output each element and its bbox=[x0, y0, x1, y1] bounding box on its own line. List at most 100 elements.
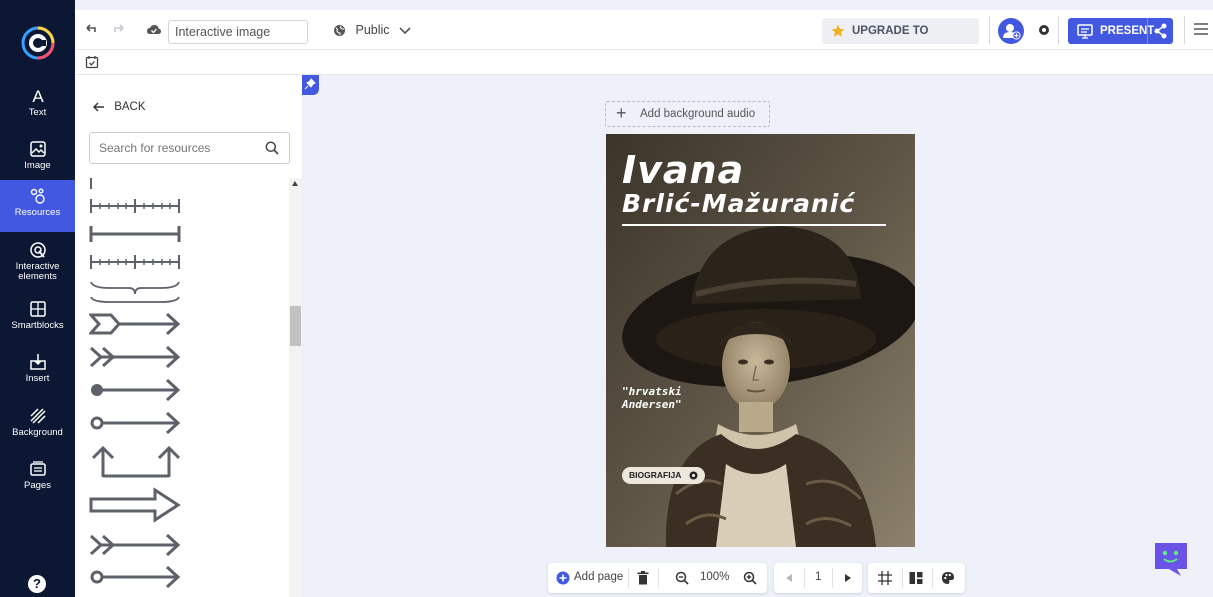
divider bbox=[832, 568, 833, 588]
share-button[interactable] bbox=[1147, 18, 1173, 44]
left-rail: A Text Image Resources Interactive eleme… bbox=[0, 0, 75, 597]
chat-assistant-icon[interactable] bbox=[1153, 541, 1189, 577]
sidebar-item-label: Image bbox=[24, 160, 51, 171]
zoom-out-icon[interactable] bbox=[675, 571, 689, 585]
eye-icon bbox=[689, 471, 698, 480]
insert-icon bbox=[29, 354, 46, 370]
globe-icon bbox=[334, 25, 345, 37]
resource-scrollbar[interactable] bbox=[289, 178, 302, 597]
page-navigation: 1 bbox=[774, 563, 862, 593]
sidebar-item-interactive-elements[interactable]: Interactive elements bbox=[0, 234, 75, 284]
back-button[interactable]: BACK bbox=[93, 101, 146, 113]
resource-search[interactable] bbox=[89, 132, 290, 164]
resource-arrow-double-chevron[interactable] bbox=[89, 345, 189, 369]
view-tools bbox=[868, 563, 965, 593]
add-background-audio-button[interactable]: + Add background audio bbox=[605, 101, 770, 127]
resource-arrow-ring-tail[interactable] bbox=[89, 565, 189, 589]
page-controls: Add page 100% bbox=[548, 563, 767, 593]
text-icon: A bbox=[32, 87, 44, 106]
share-icon bbox=[1154, 23, 1167, 39]
divider bbox=[628, 568, 629, 588]
prev-page-icon[interactable] bbox=[786, 574, 793, 582]
zoom-in-icon[interactable] bbox=[743, 571, 757, 585]
app-logo[interactable] bbox=[21, 26, 55, 60]
interactive-icon bbox=[29, 242, 46, 258]
resource-arrow-ring-tail[interactable] bbox=[89, 411, 189, 435]
add-page-button[interactable]: Add page bbox=[574, 571, 623, 583]
sidebar-item-label: Smartblocks bbox=[11, 320, 64, 331]
scrollbar-thumb[interactable] bbox=[290, 306, 301, 346]
resource-ticked-ruler[interactable] bbox=[89, 252, 189, 272]
background-icon bbox=[29, 408, 46, 424]
zoom-level: 100% bbox=[700, 571, 730, 583]
image-icon bbox=[29, 141, 46, 157]
present-button[interactable]: PRESENT bbox=[1068, 18, 1173, 44]
sidebar-item-image[interactable]: Image bbox=[0, 133, 75, 185]
secondary-toolbar bbox=[75, 50, 1213, 75]
cloud-saved-icon bbox=[147, 25, 161, 34]
poster-title-line1: Ivana bbox=[622, 148, 745, 192]
resource-ruler-line[interactable] bbox=[89, 178, 189, 190]
sidebar-item-pages[interactable]: Pages bbox=[0, 453, 75, 505]
undo-icon[interactable] bbox=[83, 22, 99, 38]
grid-guides-icon[interactable] bbox=[878, 571, 892, 585]
resource-bracket-line[interactable] bbox=[89, 224, 189, 244]
divider bbox=[658, 568, 659, 588]
sidebar-item-label: Interactive elements bbox=[15, 261, 60, 282]
add-circle-icon[interactable] bbox=[556, 571, 570, 585]
pin-icon bbox=[304, 78, 316, 90]
calendar-check-icon[interactable] bbox=[85, 55, 99, 69]
preview-eye-icon[interactable] bbox=[1037, 24, 1051, 36]
resource-list bbox=[89, 178, 289, 597]
sidebar-item-resources[interactable]: Resources bbox=[0, 180, 75, 232]
sidebar-item-label: Insert bbox=[25, 373, 50, 384]
present-icon bbox=[1077, 24, 1093, 39]
divider bbox=[989, 16, 990, 44]
poster-divider bbox=[622, 224, 886, 226]
resource-ticked-ruler[interactable] bbox=[89, 196, 189, 216]
sidebar-item-label: Resources bbox=[14, 207, 61, 218]
top-toolbar: Public UPGRADE TO PREMIUM PRESENT bbox=[75, 10, 1213, 63]
poster-quote-line1: "hrvatski bbox=[622, 385, 682, 398]
search-input[interactable] bbox=[90, 133, 255, 163]
biografija-label: BIOGRAFIJA bbox=[629, 470, 682, 480]
poster-quote: "hrvatski Andersen" bbox=[622, 385, 722, 411]
chevron-down-icon bbox=[399, 27, 411, 34]
hamburger-menu-icon[interactable] bbox=[1193, 22, 1209, 36]
biografija-hotspot-button[interactable]: BIOGRAFIJA bbox=[622, 467, 705, 484]
arrow-left-icon bbox=[93, 102, 104, 112]
resource-arrow-dot-tail[interactable] bbox=[89, 378, 189, 402]
pin-panel-button[interactable] bbox=[302, 75, 319, 95]
next-page-icon[interactable] bbox=[844, 574, 851, 582]
sidebar-item-background[interactable]: Background bbox=[0, 400, 75, 452]
search-icon[interactable] bbox=[265, 141, 279, 155]
project-title-input[interactable] bbox=[168, 20, 308, 44]
sidebar-item-smartblocks[interactable]: Smartblocks bbox=[0, 293, 75, 345]
resource-brace[interactable] bbox=[89, 278, 189, 304]
layout-blocks-icon[interactable] bbox=[909, 571, 923, 585]
interactive-image-canvas[interactable]: Ivana Brlić-Mažuranić "hrvatski Andersen… bbox=[606, 134, 915, 547]
resource-outline-arrow[interactable] bbox=[89, 487, 189, 523]
trash-icon[interactable] bbox=[637, 571, 649, 585]
resource-u-turn-arrows[interactable] bbox=[89, 444, 189, 480]
sidebar-item-insert[interactable]: Insert bbox=[0, 346, 75, 398]
add-collaborator-button[interactable] bbox=[998, 18, 1024, 44]
plus-icon: + bbox=[616, 103, 627, 123]
palette-icon[interactable] bbox=[941, 571, 955, 585]
visibility-dropdown[interactable]: Public bbox=[333, 23, 411, 37]
divider bbox=[804, 568, 805, 588]
resource-arrow-chevron-tail[interactable] bbox=[89, 312, 189, 336]
star-icon bbox=[831, 24, 845, 37]
upgrade-premium-button[interactable]: UPGRADE TO PREMIUM bbox=[822, 18, 979, 63]
resource-arrow-double-chevron[interactable] bbox=[89, 533, 189, 557]
sidebar-item-text[interactable]: A Text bbox=[0, 80, 75, 132]
back-label: BACK bbox=[114, 101, 146, 113]
add-user-icon bbox=[1003, 24, 1021, 40]
poster-quote-line2: Andersen" bbox=[622, 398, 682, 411]
scroll-up-arrow[interactable] bbox=[292, 181, 298, 186]
page-number[interactable]: 1 bbox=[815, 571, 821, 583]
help-button[interactable]: ? bbox=[28, 575, 46, 593]
divider bbox=[1184, 16, 1185, 44]
poster-title-line2: Brlić-Mažuranić bbox=[622, 189, 856, 218]
redo-icon[interactable] bbox=[111, 22, 127, 38]
